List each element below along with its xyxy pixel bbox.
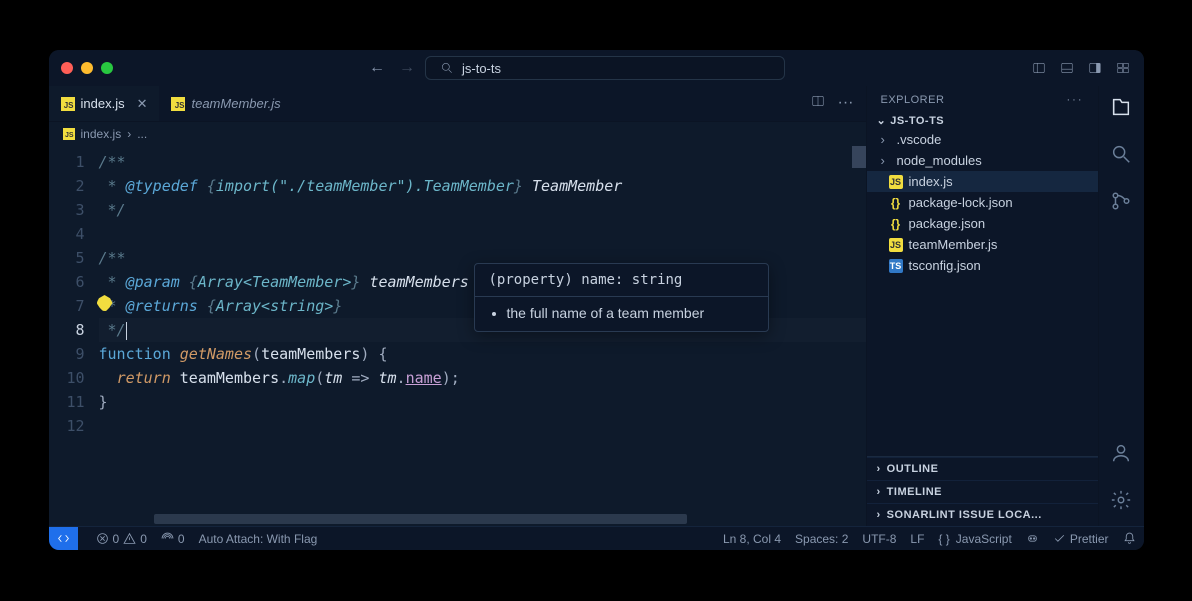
json-file-icon: {} (889, 217, 903, 231)
command-center[interactable]: js-to-ts (425, 56, 785, 80)
tab-index-js[interactable]: JS index.js ✕ (49, 86, 160, 121)
toggle-secondary-sidebar-icon[interactable] (1086, 61, 1104, 75)
sidebar-sections: › OUTLINE › TIMELINE › SONARLINT ISSUE L… (867, 456, 1098, 526)
code-content[interactable]: /** * @typedef {import("./teamMember").T… (99, 146, 866, 526)
cursor-position[interactable]: Ln 8, Col 4 (723, 532, 781, 546)
editor-group: JS index.js ✕ JS teamMember.js ··· JS in… (49, 86, 866, 526)
titlebar: ← → js-to-ts (49, 50, 1144, 86)
breadcrumb[interactable]: JS index.js › ... (49, 122, 866, 146)
js-file-icon: JS (171, 97, 185, 111)
split-editor-icon[interactable] (810, 94, 826, 113)
nav-back-icon[interactable]: ← (369, 59, 385, 77)
ports-status[interactable]: 0 (161, 532, 185, 546)
autoattach-status[interactable]: Auto Attach: With Flag (199, 532, 318, 546)
maximize-window-icon[interactable] (101, 62, 113, 74)
explorer-activity-icon[interactable] (1110, 96, 1132, 123)
text-cursor (126, 322, 127, 340)
ts-file-icon: TS (889, 259, 903, 273)
explorer-root[interactable]: ⌄ JS-TO-TS (867, 112, 1098, 129)
eol-status[interactable]: LF (910, 532, 924, 546)
more-actions-icon[interactable]: ··· (838, 94, 854, 113)
formatter-status[interactable]: Prettier (1053, 532, 1109, 546)
hover-signature: (property) name: string (475, 264, 768, 297)
horizontal-scrollbar-thumb[interactable] (154, 514, 688, 524)
breadcrumb-separator: › (127, 127, 131, 141)
nav-arrows: ← → (369, 59, 415, 77)
close-tab-icon[interactable]: ✕ (137, 96, 148, 112)
file-tsconfig[interactable]: TS tsconfig.json (867, 255, 1098, 276)
code-editor[interactable]: 123 456 789 101112 /** * @typedef {impor… (49, 146, 866, 526)
js-file-icon: JS (63, 128, 75, 140)
status-bar: 0 0 0 Auto Attach: With Flag Ln 8, Col 4… (49, 526, 1144, 550)
js-file-icon: JS (61, 97, 75, 111)
chevron-right-icon: › (881, 153, 891, 168)
scrollbar[interactable] (852, 146, 866, 526)
folder-node-modules[interactable]: › node_modules (867, 150, 1098, 171)
section-sonarlint[interactable]: › SONARLINT ISSUE LOCA... (867, 503, 1098, 526)
activity-bar (1098, 86, 1144, 526)
hover-tooltip: (property) name: string the full name of… (474, 263, 769, 332)
folder-vscode[interactable]: › .vscode (867, 129, 1098, 150)
toggle-panel-icon[interactable] (1058, 61, 1076, 75)
chevron-right-icon: › (881, 132, 891, 147)
tab-teammember-js[interactable]: JS teamMember.js (159, 86, 292, 121)
search-activity-icon[interactable] (1110, 143, 1132, 170)
explorer-more-icon[interactable]: ··· (1067, 94, 1084, 106)
section-outline[interactable]: › OUTLINE (867, 457, 1098, 480)
minimize-window-icon[interactable] (81, 62, 93, 74)
chevron-right-icon: › (877, 486, 881, 498)
chevron-right-icon: › (877, 463, 881, 475)
search-icon (440, 61, 454, 75)
horizontal-scrollbar[interactable] (154, 514, 856, 524)
toggle-primary-sidebar-icon[interactable] (1030, 61, 1048, 75)
close-window-icon[interactable] (61, 62, 73, 74)
window-controls (61, 62, 113, 74)
json-file-icon: {} (889, 196, 903, 210)
file-tree: › .vscode › node_modules JS index.js {} … (867, 129, 1098, 276)
layout-controls (1030, 61, 1132, 75)
breadcrumb-tail: ... (137, 127, 147, 141)
copilot-status-icon[interactable] (1026, 532, 1039, 545)
source-control-activity-icon[interactable] (1110, 190, 1132, 217)
settings-activity-icon[interactable] (1110, 489, 1132, 516)
file-package-lock[interactable]: {} package-lock.json (867, 192, 1098, 213)
nav-forward-icon[interactable]: → (399, 59, 415, 77)
tab-label: index.js (81, 96, 125, 111)
explorer-title: EXPLORER (881, 94, 945, 106)
explorer-sidebar: EXPLORER ··· ⌄ JS-TO-TS › .vscode › node… (866, 86, 1098, 526)
tab-bar: JS index.js ✕ JS teamMember.js ··· (49, 86, 866, 122)
scrollbar-thumb[interactable] (852, 146, 866, 168)
section-timeline[interactable]: › TIMELINE (867, 480, 1098, 503)
chevron-down-icon: ⌄ (877, 114, 887, 127)
js-file-icon: JS (889, 175, 903, 189)
file-package-json[interactable]: {} package.json (867, 213, 1098, 234)
customize-layout-icon[interactable] (1114, 61, 1132, 75)
remote-indicator[interactable] (49, 527, 78, 550)
command-center-text: js-to-ts (462, 61, 501, 76)
js-file-icon: JS (889, 238, 903, 252)
hover-description: the full name of a team member (475, 297, 768, 331)
language-mode[interactable]: { }JavaScript (938, 532, 1011, 546)
account-activity-icon[interactable] (1110, 442, 1132, 469)
problems-status[interactable]: 0 0 (96, 532, 147, 546)
file-teammember-js[interactable]: JS teamMember.js (867, 234, 1098, 255)
file-index-js[interactable]: JS index.js (867, 171, 1098, 192)
encoding-status[interactable]: UTF-8 (862, 532, 896, 546)
notifications-icon[interactable] (1123, 532, 1136, 545)
vscode-window: ← → js-to-ts JS index.js ✕ (49, 50, 1144, 550)
indentation-status[interactable]: Spaces: 2 (795, 532, 848, 546)
breadcrumb-file: index.js (81, 127, 122, 141)
line-number-gutter: 123 456 789 101112 (49, 146, 99, 526)
tab-label: teamMember.js (191, 96, 280, 111)
chevron-right-icon: › (877, 509, 881, 521)
